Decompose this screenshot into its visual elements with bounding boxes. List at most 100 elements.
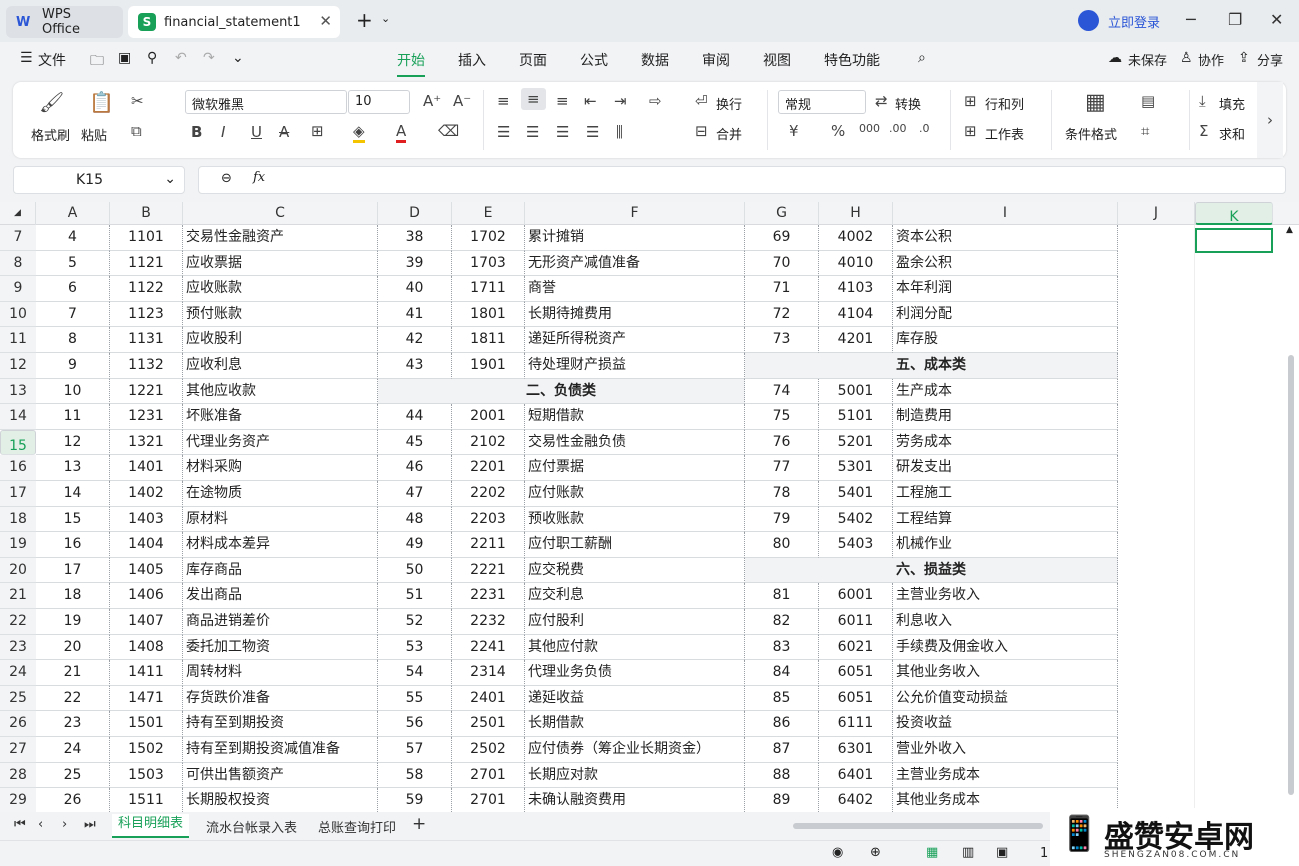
menu-file[interactable]: 文件: [38, 50, 66, 70]
cell-i[interactable]: 其他业务收入: [893, 660, 1118, 686]
cell-g[interactable]: 83: [745, 634, 819, 661]
paste-icon[interactable]: 📋: [89, 90, 114, 114]
cell-f[interactable]: 应交利息: [525, 583, 745, 609]
cell-e[interactable]: 2701: [452, 788, 525, 812]
align-center-icon[interactable]: ☰: [526, 123, 539, 141]
cell-g[interactable]: 69: [745, 225, 819, 251]
cell-a[interactable]: 14: [36, 481, 110, 507]
cell-b[interactable]: 1123: [110, 301, 183, 328]
row-header[interactable]: 9: [0, 276, 36, 302]
cell-g[interactable]: 74: [745, 378, 819, 405]
save-icon[interactable]: ▣: [118, 50, 131, 66]
avatar[interactable]: [1078, 10, 1099, 31]
cell-i[interactable]: 利息收入: [893, 609, 1118, 635]
unsaved-status[interactable]: 未保存: [1128, 50, 1167, 69]
cell-b[interactable]: 1471: [110, 685, 183, 712]
row-header[interactable]: 21: [0, 583, 36, 609]
cell-j[interactable]: [1118, 429, 1195, 456]
cell-j[interactable]: [1118, 685, 1195, 712]
align-bottom-icon[interactable]: ≡: [556, 92, 569, 110]
function-icon[interactable]: fx: [253, 170, 265, 185]
bold-icon[interactable]: B: [191, 123, 202, 141]
cell-b[interactable]: 1501: [110, 711, 183, 737]
cell-f[interactable]: 应交税费: [525, 557, 745, 584]
cell-i[interactable]: 主营业务收入: [893, 583, 1118, 609]
convert-button[interactable]: 转换: [895, 94, 921, 113]
page-break-icon[interactable]: ▣: [996, 845, 1008, 860]
cell-a[interactable]: 26: [36, 788, 110, 812]
font-size-select[interactable]: 10: [348, 90, 410, 114]
cell-b[interactable]: 1221: [110, 378, 183, 405]
row-header[interactable]: 16: [0, 455, 36, 481]
paste-button[interactable]: 粘贴: [81, 125, 107, 144]
cell-a[interactable]: 24: [36, 737, 110, 763]
cell-a[interactable]: 8: [36, 327, 110, 353]
thousands-icon[interactable]: 000: [859, 122, 880, 135]
cell-a[interactable]: 13: [36, 455, 110, 481]
close-tab-icon[interactable]: ✕: [319, 12, 332, 30]
cell-j[interactable]: [1118, 634, 1195, 661]
cell-a[interactable]: 5: [36, 250, 110, 277]
cell-e[interactable]: 1702: [452, 225, 525, 251]
cell-d[interactable]: 43: [378, 353, 452, 379]
cell-d[interactable]: 48: [378, 506, 452, 533]
row-header[interactable]: 13: [0, 378, 36, 405]
cell-c[interactable]: 应收账款: [183, 276, 378, 302]
cell-e[interactable]: 2231: [452, 583, 525, 609]
cell-i[interactable]: 主营业务成本: [893, 762, 1118, 789]
cell-a[interactable]: 23: [36, 711, 110, 737]
number-format-select[interactable]: 常规: [778, 90, 866, 114]
cell-h[interactable]: 4201: [819, 327, 893, 353]
cell-j[interactable]: [1118, 455, 1195, 481]
cell-f[interactable]: 预收账款: [525, 506, 745, 533]
cell-a[interactable]: 10: [36, 378, 110, 405]
worksheet-button[interactable]: 工作表: [985, 124, 1024, 143]
increase-decimal-icon[interactable]: .00: [889, 122, 907, 135]
cell-c[interactable]: 原材料: [183, 506, 378, 533]
last-sheet-icon[interactable]: ⏭: [84, 817, 96, 832]
row-header[interactable]: 20: [0, 557, 36, 584]
share-button[interactable]: 分享: [1257, 50, 1283, 69]
cell-j[interactable]: [1118, 353, 1195, 379]
selected-cell-K15[interactable]: [1195, 228, 1273, 253]
cell-i[interactable]: 本年利润: [893, 276, 1118, 302]
row-header[interactable]: 7: [0, 225, 36, 251]
cell-a[interactable]: 9: [36, 353, 110, 379]
cell-d[interactable]: 59: [378, 788, 452, 812]
spreadsheet-grid[interactable]: ◢ A B C D E F G H I J K 7 4 1101 交易性金融资产 38 1702 累计摊销 69 40…: [0, 202, 1299, 812]
zoom-icon[interactable]: ⊖: [221, 171, 232, 186]
menu-formula[interactable]: 公式: [580, 50, 608, 70]
cell-c[interactable]: 可供出售额资产: [183, 762, 378, 789]
cell-c[interactable]: 材料采购: [183, 455, 378, 481]
row-header[interactable]: 11: [0, 327, 36, 353]
cell-g[interactable]: 81: [745, 583, 819, 609]
justify-icon[interactable]: ☰: [586, 123, 599, 141]
cell-a[interactable]: 6: [36, 276, 110, 302]
chevron-down-icon[interactable]: ⌄: [381, 12, 390, 25]
row-header[interactable]: 23: [0, 634, 36, 661]
cell-e[interactable]: 1711: [452, 276, 525, 302]
rows-columns-button[interactable]: 行和列: [985, 94, 1024, 113]
folder-icon[interactable]: 🗀: [90, 50, 104, 74]
restore-icon[interactable]: ❐: [1228, 10, 1242, 29]
cell-f[interactable]: 应付账款: [525, 481, 745, 507]
cell-i[interactable]: 利润分配: [893, 301, 1118, 328]
cell-g[interactable]: 77: [745, 455, 819, 481]
cell-d[interactable]: 42: [378, 327, 452, 353]
cell-d[interactable]: 56: [378, 711, 452, 737]
cell-a[interactable]: 4: [36, 225, 110, 251]
cell-i[interactable]: 工程结算: [893, 506, 1118, 533]
cell-h[interactable]: 6051: [819, 660, 893, 686]
normal-view-icon[interactable]: ▦: [926, 845, 938, 860]
font-family-select[interactable]: 微软雅黑: [185, 90, 347, 114]
cell-c[interactable]: 应收票据: [183, 250, 378, 277]
cell-c[interactable]: 坏账准备: [183, 404, 378, 430]
collab-button[interactable]: 协作: [1198, 50, 1224, 69]
cell-j[interactable]: [1118, 481, 1195, 507]
horizontal-scroll-thumb[interactable]: [793, 823, 1043, 829]
cell-c[interactable]: 预付账款: [183, 301, 378, 328]
cell-c[interactable]: 其他应收款: [183, 378, 378, 405]
cell-b[interactable]: 1408: [110, 634, 183, 661]
first-sheet-icon[interactable]: ⏮: [14, 817, 26, 832]
cell-i[interactable]: 盈余公积: [893, 250, 1118, 277]
